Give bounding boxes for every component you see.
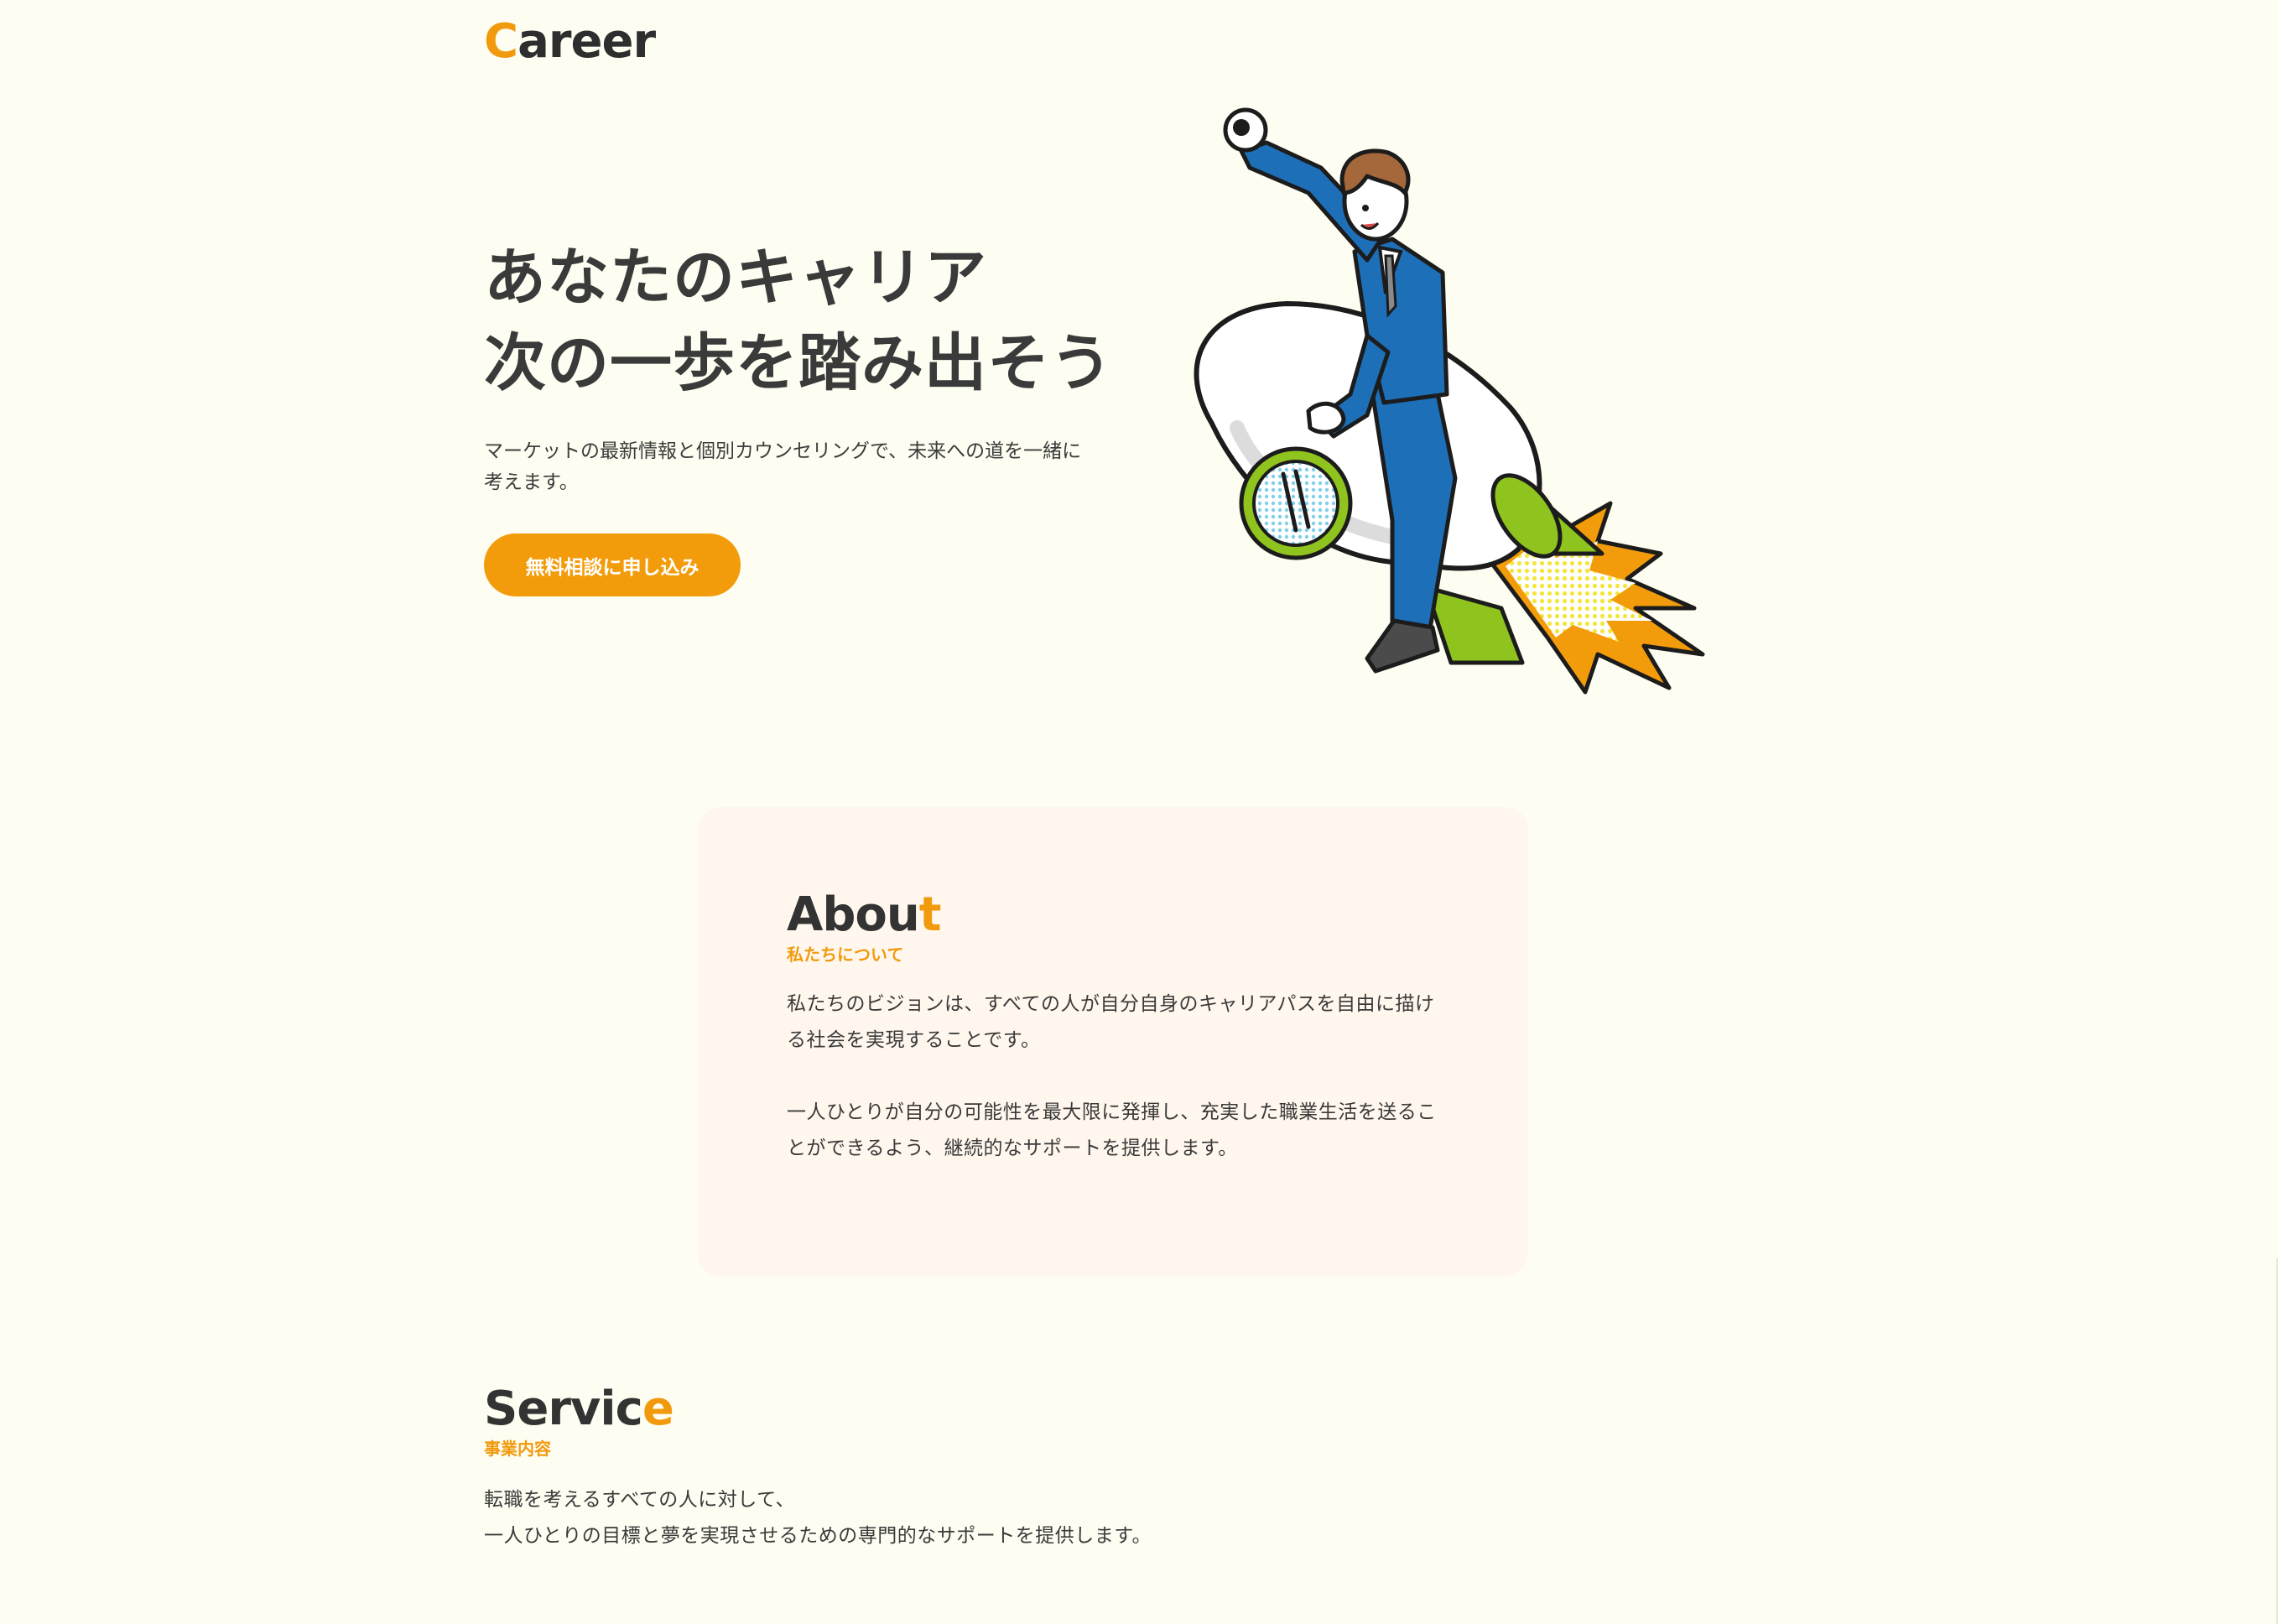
free-consultation-button[interactable]: 無料相談に申し込み	[484, 534, 741, 596]
hero-title: あなたのキャリア 次の一歩を踏み出そう	[484, 235, 1113, 406]
about-paragraph-1: 私たちのビジョンは、すべての人が自分自身のキャリアパスを自由に描ける社会を実現す…	[787, 993, 1435, 1051]
about-paragraph-2: 一人ひとりが自分の可能性を最大限に発揮し、充実した職業生活を送ることができるよう…	[787, 1101, 1437, 1159]
service-title-accent: e	[642, 1382, 674, 1436]
hero-title-line-2: 次の一歩を踏み出そう	[484, 327, 1113, 399]
service-line-2: 一人ひとりの目標と夢を実現させるための専門的なサポートを提供します。	[484, 1525, 1152, 1547]
logo-initial: C	[484, 14, 518, 69]
hero-description: マーケットの最新情報と個別カウンセリングで、未来への道を一緒に考えます。	[484, 440, 1082, 493]
service-title: Service	[484, 1382, 1658, 1437]
about-title-accent: t	[918, 887, 942, 942]
logo-text: areer	[517, 14, 656, 69]
service-line-1: 転職を考えるすべての人に対して、	[484, 1489, 795, 1511]
businessman-riding-rocket-illustration	[1194, 107, 1705, 695]
about-subtitle: 私たちについて	[787, 945, 904, 965]
businessman-head-icon	[1339, 148, 1411, 242]
about-section: About 私たちについて 私たちのビジョンは、すべての人が自分自身のキャリアパ…	[698, 807, 1528, 1277]
rocket-window-icon	[1239, 446, 1353, 560]
hero-title-line-1: あなたのキャリア	[484, 242, 987, 314]
service-description: 転職を考えるすべての人に対して、 一人ひとりの目標と夢を実現させるための専門的な…	[484, 1482, 1658, 1554]
service-subtitle: 事業内容	[484, 1439, 551, 1459]
about-title: About	[787, 887, 1449, 943]
about-content: About 私たちについて 私たちのビジョンは、すべての人が自分自身のキャリアパ…	[787, 887, 1449, 1167]
service-section: Service 事業内容 転職を考えるすべての人に対して、 一人ひとりの目標と夢…	[484, 1382, 1658, 1554]
service-title-main: Servic	[484, 1382, 643, 1436]
site-logo[interactable]: Career	[484, 12, 656, 72]
about-title-main: Abou	[787, 887, 920, 942]
